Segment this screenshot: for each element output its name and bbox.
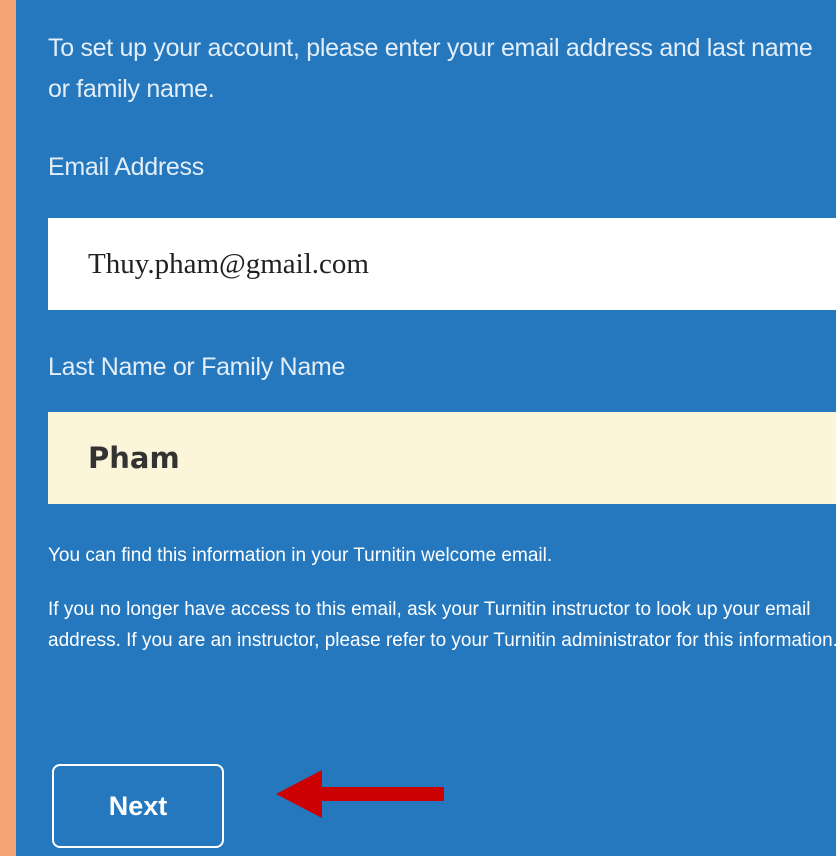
email-label: Email Address (48, 153, 204, 181)
account-setup-panel: To set up your account, please enter you… (16, 0, 836, 856)
help-text-no-access: If you no longer have access to this ema… (48, 599, 836, 651)
arrow-shaft (318, 787, 444, 801)
email-field[interactable] (48, 218, 836, 310)
last-name-label: Last Name or Family Name (48, 353, 346, 381)
next-button[interactable]: Next (52, 764, 224, 848)
arrow-head (276, 770, 322, 818)
intro-text: To set up your account, please enter you… (48, 34, 813, 103)
help-text-welcome-email: You can find this information in your Tu… (48, 545, 553, 566)
last-name-field[interactable] (48, 412, 836, 504)
left-arrow-icon (276, 770, 444, 818)
